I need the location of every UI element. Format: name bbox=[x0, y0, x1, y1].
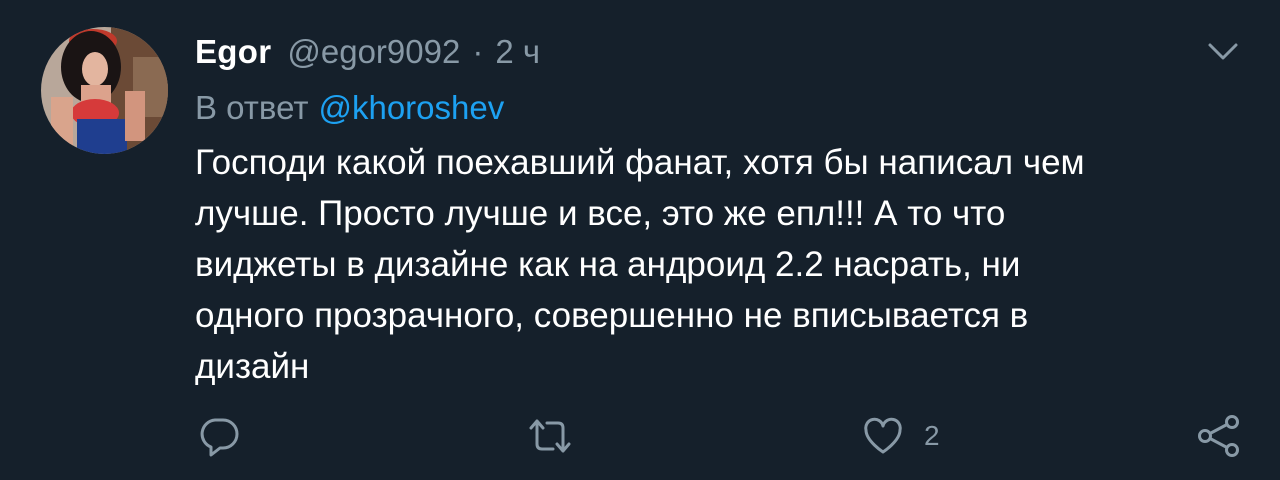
reply-icon bbox=[200, 418, 239, 457]
retweet-icon bbox=[529, 419, 571, 453]
tweet[interactable]: Egor @egor9092 · 2 ч В ответ @khoroshev … bbox=[0, 0, 1280, 480]
tweet-header: Egor @egor9092 · 2 ч bbox=[195, 28, 540, 76]
tweet-text-line: одного прозрачного, совершенно не вписыв… bbox=[195, 296, 1029, 335]
reply-mention-link[interactable]: @khoroshev bbox=[318, 89, 504, 127]
separator-dot: · bbox=[472, 33, 484, 70]
chevron-down-icon[interactable] bbox=[1203, 40, 1243, 64]
tweet-text-line: Господи какой поехавший фанат, хотя бы н… bbox=[195, 143, 1085, 182]
reply-context: В ответ @khoroshev bbox=[195, 84, 504, 132]
tweet-text-line: лучше. Просто лучше и все, это же епл!!!… bbox=[195, 194, 1006, 233]
author-handle[interactable]: @egor9092 bbox=[287, 33, 460, 71]
timestamp[interactable]: 2 ч bbox=[495, 33, 540, 71]
retweet-button[interactable] bbox=[527, 414, 573, 458]
reply-prefix: В ответ bbox=[195, 89, 309, 126]
tweet-text: Господи какой поехавший фанат, хотя бы н… bbox=[195, 137, 1245, 392]
share-button[interactable] bbox=[1196, 414, 1242, 458]
author-name[interactable]: Egor bbox=[195, 33, 271, 71]
like-button[interactable]: 2 bbox=[862, 414, 940, 458]
tweet-text-line: виджеты в дизайне как на андроид 2.2 нас… bbox=[195, 245, 1021, 284]
avatar[interactable] bbox=[41, 27, 168, 154]
tweet-text-line: дизайн bbox=[195, 347, 310, 386]
share-icon bbox=[1198, 415, 1239, 457]
reply-button[interactable] bbox=[198, 414, 240, 458]
like-count: 2 bbox=[924, 420, 940, 451]
heart-icon bbox=[864, 417, 902, 454]
